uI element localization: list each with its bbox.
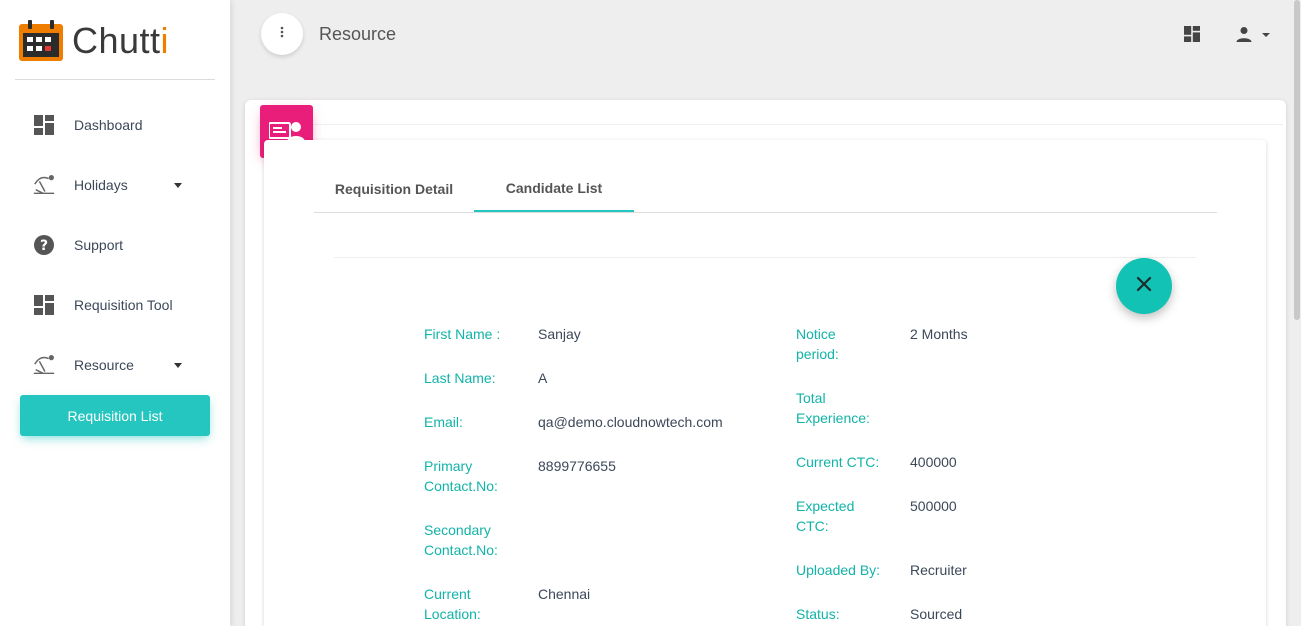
close-button[interactable] (1116, 258, 1172, 314)
current-ctc-label: Current CTC: (796, 454, 880, 470)
chevron-down-icon (1262, 33, 1270, 37)
email-value: qa@demo.cloudnowtech.com (538, 414, 723, 430)
dashboard-button[interactable] (1184, 26, 1200, 47)
brand-divider (15, 79, 215, 80)
first-name-value: Sanjay (538, 326, 581, 342)
uploaded-by-label: Uploaded By: (796, 562, 881, 578)
dashboard-icon (1184, 26, 1200, 46)
sidebar-item-label: Holidays (74, 177, 128, 193)
chevron-down-icon (174, 183, 182, 188)
expected-ctc-value: 500000 (910, 498, 957, 514)
tab-requisition-detail[interactable]: Requisition Detail (314, 166, 474, 212)
beach-icon (32, 353, 56, 377)
current-location-value: Chennai (538, 586, 591, 602)
sidebar-item-holidays[interactable]: Holidays (20, 155, 210, 215)
beach-icon (32, 173, 56, 197)
user-menu-button[interactable] (1236, 26, 1274, 44)
brand[interactable]: Chutti (18, 20, 169, 62)
sidebar-item-resource[interactable]: Resource (20, 335, 210, 395)
chevron-down-icon (174, 363, 182, 368)
first-name-label: First Name : (424, 326, 501, 342)
notice-period-value: 2 Months (910, 326, 968, 342)
help-icon: ? (32, 233, 56, 257)
expected-ctc-label: Expected CTC: (796, 498, 855, 534)
secondary-contact-label: Secondary Contact.No: (424, 522, 498, 558)
svg-text:?: ? (40, 238, 48, 254)
last-name-value: A (538, 370, 548, 386)
page-title: Resource (319, 24, 397, 44)
current-location-label: Current Location: (424, 586, 481, 622)
tab-bar: Requisition Detail Candidate List (314, 166, 1217, 213)
section-divider (334, 257, 1196, 258)
status-value: Sourced (910, 606, 963, 622)
scrollbar-thumb[interactable] (1294, 0, 1300, 320)
brand-name: Chutti (72, 20, 170, 61)
person-icon (1236, 26, 1252, 47)
notice-period-label: Notice period: (796, 326, 839, 362)
primary-contact-value: 8899776655 (538, 458, 616, 474)
uploaded-by-value: Recruiter (910, 562, 967, 578)
tab-candidate-list[interactable]: Candidate List (474, 166, 634, 212)
total-experience-label: Total Experience: (796, 390, 870, 426)
sidebar-item-label: Resource (74, 357, 134, 373)
sidebar: Chutti Dashboard Holidays ? Support Requ… (0, 0, 230, 626)
close-icon (1136, 276, 1152, 297)
sidebar-item-requisition-list[interactable]: Requisition List (20, 395, 210, 436)
primary-contact-label: Primary Contact.No: (424, 458, 498, 494)
email-label: Email: (424, 414, 463, 430)
dashboard-icon (32, 293, 56, 317)
sidebar-item-requisition-tool[interactable]: Requisition Tool (20, 275, 210, 335)
status-label: Status: (796, 606, 840, 622)
sidebar-item-label: Support (74, 237, 124, 253)
sidebar-item-support[interactable]: ? Support (20, 215, 210, 275)
sidebar-item-dashboard[interactable]: Dashboard (20, 95, 210, 155)
calendar-logo-icon (18, 20, 64, 62)
last-name-label: Last Name: (424, 370, 496, 386)
card-header-divider (300, 124, 1283, 125)
dashboard-icon (32, 113, 56, 137)
more-menu-button[interactable] (261, 13, 303, 55)
sidebar-item-label: Requisition Tool (74, 297, 173, 313)
current-ctc-value: 400000 (910, 454, 957, 470)
more-vertical-icon (280, 25, 284, 43)
sidebar-nav: Dashboard Holidays ? Support Requisition… (20, 95, 210, 395)
sidebar-item-label: Dashboard (74, 117, 143, 133)
